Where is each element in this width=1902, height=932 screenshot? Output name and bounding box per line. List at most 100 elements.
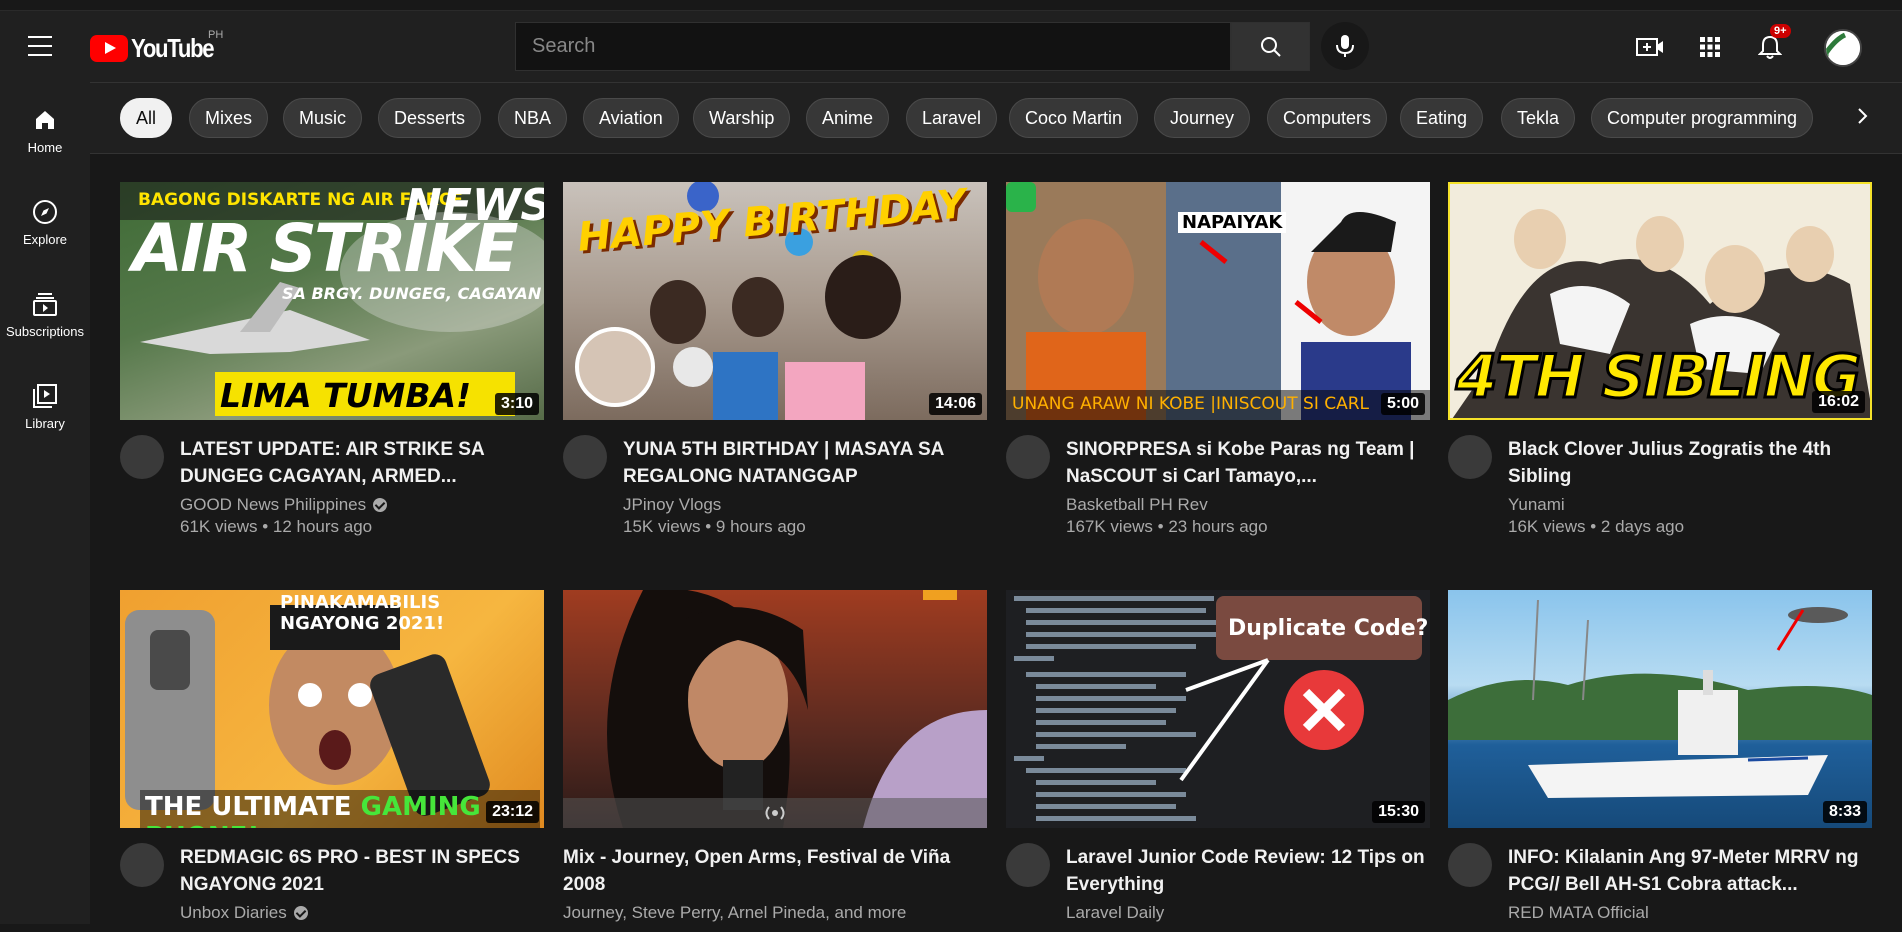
filter-chips-bar: All Mixes Music Desserts NBA Aviation Wa… [90,82,1902,154]
channel-avatar[interactable] [1448,435,1492,479]
video-title[interactable]: SINORPRESA si Kobe Paras ng Team | NaSCO… [1066,436,1426,490]
video-duration: 5:00 [1380,393,1425,415]
video-title[interactable]: Mix - Journey, Open Arms, Festival de Vi… [563,844,983,898]
channel-name[interactable]: Yunami [1508,495,1565,515]
thumbnail-caption: PINAKAMABILIS NGAYONG 2021! [280,592,445,634]
youtube-logo-icon [90,35,128,62]
search-button[interactable] [1231,22,1310,71]
chip-tekla[interactable]: Tekla [1501,98,1576,138]
youtube-logo[interactable]: YouTube PH [90,29,228,64]
notifications-button[interactable]: 9+ [1752,24,1791,65]
channel-name-text: GOOD News Philippines [180,495,367,514]
horizontal-scrollbar[interactable] [0,924,1902,932]
sidebar-item-label: Subscriptions [5,324,85,339]
video-title[interactable]: INFO: Kilalanin Ang 97-Meter MRRV ng PCG… [1508,844,1868,898]
video-title[interactable]: LATEST UPDATE: AIR STRIKE SA DUNGEG CAGA… [180,436,540,490]
upload-age: 23 hours ago [1168,517,1268,536]
ship-illustration [1448,599,1872,798]
video-metadata: 16K views • 2 days ago [1508,517,1685,536]
thumbnail-caption: THE ULTIMATE GAMING PHONE! [145,792,544,828]
channel-name-text: Laravel Daily [1066,903,1165,922]
channel-name-text: JPinoy Vlogs [623,495,722,514]
window-top-strip [0,0,1902,11]
chip-aviation[interactable]: Aviation [583,98,679,138]
video-duration: 15:30 [1372,801,1425,823]
notification-badge: 9+ [1770,24,1791,38]
thumbnail-caption: UNANG ARAW NI KOBE |INISCOUT SI CARL [1012,394,1370,414]
thumbnail-caption: SA BRGY. DUNGEG, CAGAYAN [282,284,542,303]
chip-journey[interactable]: Journey [1154,98,1251,138]
channel-name-text: Yunami [1508,495,1565,514]
video-thumbnail[interactable]: PINAKAMABILIS NGAYONG 2021! THE ULTIMATE… [120,590,544,828]
upload-age: 12 hours ago [272,517,373,536]
channel-name[interactable]: Journey, Steve Perry, Arnel Pineda, and … [563,903,906,923]
chip-mixes[interactable]: Mixes [189,98,269,138]
channel-name[interactable]: JPinoy Vlogs [623,495,721,515]
channel-avatar[interactable] [1448,843,1492,887]
channel-avatar[interactable] [1006,843,1050,887]
sidebar-item-subscriptions[interactable]: Subscriptions [0,270,90,350]
video-thumbnail[interactable]: NAPAIYAK UNANG ARAW NI KOBE |INISCOUT SI… [1006,182,1430,420]
channel-avatar[interactable] [120,435,164,479]
sidebar-item-library[interactable]: Library [0,362,90,442]
video-title[interactable]: REDMAGIC 6S PRO - BEST IN SPECS NGAYONG … [180,844,540,898]
video-thumbnail[interactable]: HAPPY BIRTHDAY 14:06 [563,182,987,420]
voice-search-button[interactable] [1321,22,1369,70]
chip-computer-programming[interactable]: Computer programming [1591,98,1814,138]
chip-warship[interactable]: Warship [693,98,791,138]
thumbnail-caption: LIMA TUMBA! [220,376,472,415]
mic-icon [1336,35,1354,57]
channel-avatar[interactable] [1006,435,1050,479]
video-duration: 8:33 [1822,801,1867,823]
thumbnail-caption: AIR STRIKE [132,210,519,287]
region-code: PH [208,29,224,41]
chip-all[interactable]: All [120,98,173,138]
menu-icon[interactable] [28,36,52,56]
create-button[interactable] [1632,29,1668,65]
video-title[interactable]: Black Clover Julius Zogratis the 4th Sib… [1508,436,1868,490]
video-thumbnail[interactable]: 8:33 [1448,590,1872,828]
chip-laravel[interactable]: Laravel [906,98,998,138]
search-input[interactable] [515,22,1231,71]
sidebar-item-home[interactable]: Home [0,86,90,166]
video-thumbnail[interactable]: 4TH SIBLING 16:02 [1448,182,1872,420]
apps-button[interactable] [1692,29,1728,65]
chevron-right-icon [1858,108,1868,124]
chip-eating[interactable]: Eating [1400,98,1484,138]
channel-name[interactable]: RED MATA Official [1508,903,1649,923]
channel-name-text: Journey, Steve Perry, Arnel Pineda, and … [563,903,907,922]
channel-avatar[interactable] [563,435,607,479]
thumbnail-caption: NAPAIYAK [1178,212,1287,233]
video-title[interactable]: YUNA 5TH BIRTHDAY | MASAYA SA REGALONG N… [623,436,983,490]
video-metadata: 15K views • 9 hours ago [623,517,806,536]
video-title[interactable]: Laravel Junior Code Review: 12 Tips on E… [1066,844,1426,898]
channel-name[interactable]: Basketball PH Rev [1066,495,1208,515]
sidebar-item-label: Explore [22,232,68,247]
account-avatar[interactable] [1824,29,1862,67]
chips-next-button[interactable] [1838,96,1888,136]
chip-nba[interactable]: NBA [498,98,568,138]
channel-name[interactable]: GOOD News Philippines [180,495,388,515]
video-thumbnail[interactable]: BAGONG DISKARTE NG AIR FORCE NEWS AIR ST… [120,182,544,420]
chip-desserts[interactable]: Desserts [378,98,482,138]
channel-name[interactable]: Laravel Daily [1066,903,1164,923]
chip-anime[interactable]: Anime [806,98,890,138]
home-icon [31,106,59,134]
upload-age: 9 hours ago [715,517,806,536]
sidebar-item-explore[interactable]: Explore [0,178,90,258]
video-duration: 16:02 [1812,391,1865,413]
thumbnail-caption: 4TH SIBLING [1454,341,1862,414]
channel-name[interactable]: Unbox Diaries [180,903,308,923]
chip-computers[interactable]: Computers [1267,98,1388,138]
channel-avatar[interactable] [120,843,164,887]
chip-music[interactable]: Music [283,98,363,138]
video-thumbnail[interactable] [563,590,987,828]
video-thumbnail[interactable]: Duplicate Code? 15:30 [1006,590,1430,828]
thumbnail-caption-part: THE ULTIMATE [145,792,352,822]
channel-name-text: RED MATA Official [1508,903,1649,922]
chip-coco-martin[interactable]: Coco Martin [1009,98,1139,138]
channel-name-text: Unbox Diaries [180,903,287,922]
view-count: 167K views [1066,517,1153,536]
channel-name-text: Basketball PH Rev [1066,495,1208,514]
view-count: 15K views [623,517,701,536]
